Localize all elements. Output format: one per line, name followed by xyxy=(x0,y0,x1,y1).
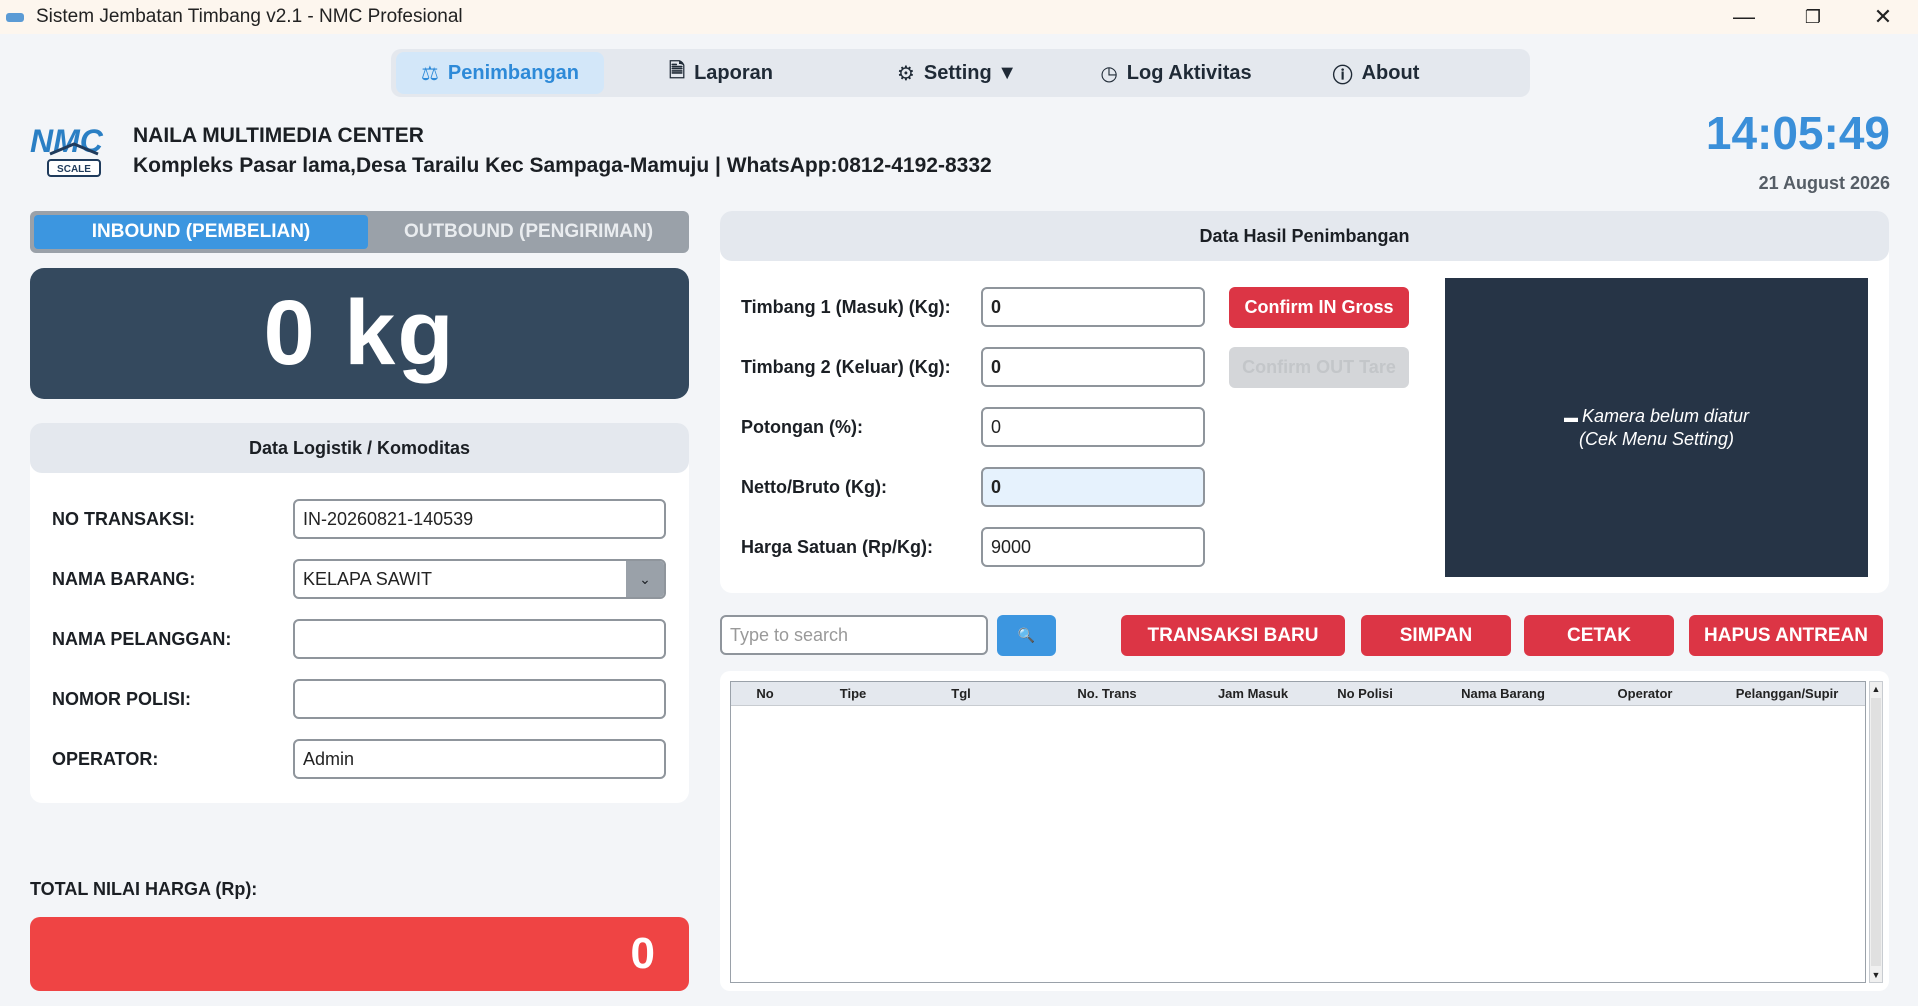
weighing-panel-title: Data Hasil Penimbangan xyxy=(720,211,1889,261)
operator-label: OPERATOR: xyxy=(52,749,159,769)
camera-line-1: ▬ Kamera belum diatur xyxy=(1564,405,1749,428)
table-header: No Tipe Tgl No. Trans Jam Masuk No Polis… xyxy=(731,682,1865,706)
search-icon: 🔍 xyxy=(1017,627,1036,643)
search-button[interactable]: 🔍 xyxy=(997,615,1056,656)
company-address: Kompleks Pasar lama,Desa Tarailu Kec Sam… xyxy=(133,154,992,177)
tab-penimbangan[interactable]: ⚖ Penimbangan xyxy=(396,52,604,94)
company-logo: NMC SCALE xyxy=(30,123,104,177)
tab-setting[interactable]: ⚙ Setting ▼ xyxy=(877,52,1037,94)
column-header-no[interactable]: No xyxy=(756,686,773,701)
camera-icon: ▬ xyxy=(1563,409,1578,425)
transaksi-baru-button[interactable]: TRANSAKSI BARU xyxy=(1121,615,1345,656)
gear-icon: ⚙ xyxy=(896,62,915,85)
total-value: 0 xyxy=(630,929,655,978)
nama-pelanggan-label: NAMA PELANGGAN: xyxy=(52,629,232,649)
column-header-no-trans[interactable]: No. Trans xyxy=(1077,686,1136,701)
simpan-button[interactable]: SIMPAN xyxy=(1361,615,1511,656)
tab-log-aktivitas[interactable]: ◷ Log Aktivitas xyxy=(1091,52,1261,94)
column-header-jam-masuk[interactable]: Jam Masuk xyxy=(1218,686,1288,701)
title-bar: Sistem Jembatan Timbang v2.1 - NMC Profe… xyxy=(0,0,1918,34)
tab-about[interactable]: ⓘ About xyxy=(1311,52,1441,94)
column-header-operator[interactable]: Operator xyxy=(1618,686,1673,701)
app-icon xyxy=(6,10,26,24)
nama-barang-label: NAMA BARANG: xyxy=(52,569,196,589)
tab-label: Setting ▼ xyxy=(923,61,1018,84)
tab-label: Laporan xyxy=(694,61,773,84)
document-icon: 🗎 xyxy=(669,60,686,82)
column-header-no-polisi[interactable]: No Polisi xyxy=(1337,686,1393,701)
table-scrollbar[interactable]: ▲ ▼ xyxy=(1869,681,1883,983)
close-button[interactable]: ✕ xyxy=(1853,0,1913,34)
company-name: NAILA MULTIMEDIA CENTER xyxy=(133,124,424,147)
clock-icon: ◷ xyxy=(1100,62,1118,85)
mode-toggle: INBOUND (PEMBELIAN) OUTBOUND (PENGIRIMAN… xyxy=(30,211,689,253)
nama-barang-select[interactable]: KELAPA SAWIT ⌄ xyxy=(293,559,666,599)
nama-barang-value: KELAPA SAWIT xyxy=(303,568,433,589)
scroll-down-icon[interactable]: ▼ xyxy=(1870,968,1882,982)
info-icon: ⓘ xyxy=(1332,64,1353,87)
chevron-down-icon[interactable]: ⌄ xyxy=(626,561,664,597)
scroll-up-icon[interactable]: ▲ xyxy=(1870,682,1882,696)
timbang1-label: Timbang 1 (Masuk) (Kg): xyxy=(741,297,951,317)
netto-label: Netto/Bruto (Kg): xyxy=(741,477,887,497)
date: 21 August 2026 xyxy=(1758,173,1890,193)
logo-text: NMC xyxy=(30,123,104,159)
scroll-thumb[interactable] xyxy=(1871,698,1881,966)
column-header-nama-barang[interactable]: Nama Barang xyxy=(1461,686,1545,701)
outbound-button[interactable]: OUTBOUND (PENGIRIMAN) xyxy=(372,215,685,249)
camera-hint: (Cek Menu Setting) xyxy=(1578,429,1735,449)
column-header-tipe[interactable]: Tipe xyxy=(840,686,867,701)
scale-icon: ⚖ xyxy=(420,62,439,85)
nomor-polisi-label: NOMOR POLISI: xyxy=(52,689,191,709)
timbang2-field[interactable]: 0 xyxy=(981,347,1205,387)
main-nav: ⚖ Penimbangan 🗎 Laporan ⚙ Setting ▼ ◷ Lo… xyxy=(391,49,1530,97)
tab-label: Log Aktivitas xyxy=(1126,61,1252,84)
confirm-in-gross-button[interactable]: Confirm IN Gross xyxy=(1229,287,1409,328)
inbound-button[interactable]: INBOUND (PEMBELIAN) xyxy=(34,215,368,249)
total-display: 0 xyxy=(30,917,689,991)
column-header-tgl[interactable]: Tgl xyxy=(951,686,971,701)
maximize-button[interactable]: ❐ xyxy=(1783,0,1843,34)
confirm-out-tare-button[interactable]: Confirm OUT Tare xyxy=(1229,347,1409,388)
weight-display: 0 kg xyxy=(30,268,689,399)
timbang1-field[interactable]: 0 xyxy=(981,287,1205,327)
total-label: TOTAL NILAI HARGA (Rp): xyxy=(30,879,258,899)
camera-message: Kamera belum diatur xyxy=(1581,406,1750,426)
search-input[interactable]: Type to search xyxy=(720,615,988,655)
logistics-panel-title: Data Logistik / Komoditas xyxy=(30,423,689,473)
timbang2-label: Timbang 2 (Keluar) (Kg): xyxy=(741,357,951,377)
tab-label: Penimbangan xyxy=(447,61,580,84)
weight-value: 0 kg xyxy=(263,282,456,384)
harga-field[interactable]: 9000 xyxy=(981,527,1205,567)
minimize-button[interactable]: — xyxy=(1714,0,1774,34)
logistics-panel: Data Logistik / Komoditas NO TRANSAKSI: … xyxy=(30,423,689,803)
transaction-table[interactable]: No Tipe Tgl No. Trans Jam Masuk No Polis… xyxy=(730,681,1866,983)
no-transaksi-label: NO TRANSAKSI: xyxy=(52,509,195,529)
logo-subtext: SCALE xyxy=(57,164,91,175)
no-transaksi-field[interactable]: IN-20260821-140539 xyxy=(293,499,666,539)
potongan-field[interactable]: 0 xyxy=(981,407,1205,447)
column-header-pelanggan[interactable]: Pelanggan/Supir xyxy=(1736,686,1839,701)
operator-field[interactable]: Admin xyxy=(293,739,666,779)
transaction-table-container: No Tipe Tgl No. Trans Jam Masuk No Polis… xyxy=(720,671,1889,991)
tab-laporan[interactable]: 🗎 Laporan xyxy=(641,52,801,94)
camera-preview: ▬ Kamera belum diatur (Cek Menu Setting) xyxy=(1445,278,1868,577)
cetak-button[interactable]: CETAK xyxy=(1524,615,1674,656)
harga-label: Harga Satuan (Rp/Kg): xyxy=(741,537,934,557)
clock: 14:05:49 xyxy=(1705,107,1890,159)
netto-field[interactable]: 0 xyxy=(981,467,1205,507)
tab-label: About xyxy=(1361,61,1420,84)
hapus-antrean-button[interactable]: HAPUS ANTREAN xyxy=(1689,615,1883,656)
window-title: Sistem Jembatan Timbang v2.1 - NMC Profe… xyxy=(36,6,463,27)
potongan-label: Potongan (%): xyxy=(741,417,863,437)
nomor-polisi-field[interactable] xyxy=(293,679,666,719)
nama-pelanggan-field[interactable] xyxy=(293,619,666,659)
